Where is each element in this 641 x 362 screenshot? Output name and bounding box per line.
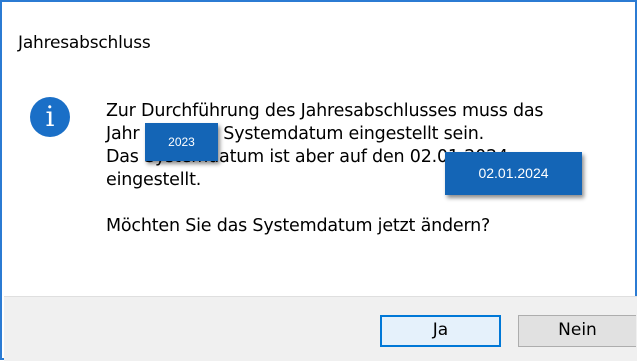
yes-button[interactable]: Ja <box>380 315 501 347</box>
dialog-title: Jahresabschluss <box>18 33 151 53</box>
message-line-1: Zur Durchführung des Jahresabschlusses m… <box>106 101 544 121</box>
message-question: Möchten Sie das Systemdatum jetzt ändern… <box>106 216 491 236</box>
date-overlay-box: 02.01.2024 <box>445 152 582 195</box>
message-spacer <box>106 192 626 215</box>
year-overlay-box: 2023 <box>145 123 218 161</box>
dialog-button-bar: Ja Nein <box>4 296 637 361</box>
no-button[interactable]: Nein <box>518 315 636 347</box>
info-icon: i <box>30 97 70 137</box>
